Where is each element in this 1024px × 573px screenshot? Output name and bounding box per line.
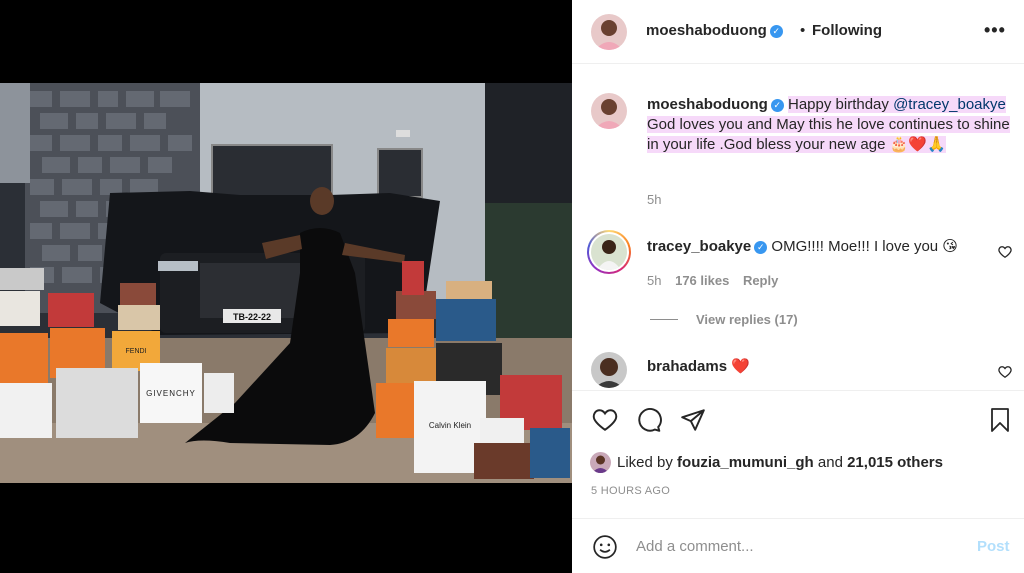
comment-text: brahadams ❤️	[647, 357, 750, 375]
post-panel: moeshaboduong ✓ • Following ••• moeshabod…	[572, 0, 1024, 573]
comment-author[interactable]: brahadams	[647, 358, 727, 375]
post-actions: Liked by fouzia_mumuni_gh and 21,015 oth…	[572, 390, 1024, 520]
plate-text: TB-22-22	[233, 312, 271, 322]
verified-badge-icon: ✓	[770, 98, 784, 112]
caption-time[interactable]: 5h	[647, 192, 661, 207]
post-header: moeshaboduong ✓ • Following •••	[572, 0, 1024, 64]
verified-badge-icon: ✓	[769, 24, 783, 38]
post-media[interactable]: TB-22-22 FENDI GIVENCHY Calvin Klein	[0, 0, 572, 573]
more-options-icon[interactable]: •••	[984, 20, 1006, 41]
verified-badge-icon: ✓	[754, 240, 768, 254]
caption-author-avatar[interactable]	[591, 93, 627, 129]
emoji-smiley-icon[interactable]	[592, 534, 618, 560]
liker-avatar[interactable]	[590, 452, 611, 473]
add-comment-bar: Add a comment... Post	[572, 518, 1024, 573]
add-comment-input[interactable]: Add a comment...	[636, 538, 754, 555]
comment-like-heart-icon[interactable]	[998, 245, 1012, 259]
view-replies-label[interactable]: View replies (17)	[696, 312, 798, 327]
comment-meta: 5h 176 likes Reply	[647, 273, 788, 288]
comment-time[interactable]: 5h	[647, 273, 661, 288]
comment-avatar-story-ring[interactable]	[587, 230, 631, 274]
post-comment-button[interactable]: Post	[977, 538, 1010, 555]
caption-text: moeshaboduong ✓ Happy birthday @tracey_bo…	[647, 95, 1017, 155]
caption-mention-link[interactable]: @tracey_boakye	[893, 96, 1006, 113]
comment-reply-button[interactable]: Reply	[743, 273, 778, 288]
liker-username[interactable]: fouzia_mumuni_gh	[677, 454, 814, 471]
comments-list[interactable]: moeshaboduong ✓ Happy birthday @tracey_bo…	[572, 65, 1024, 390]
comment-avatar[interactable]	[591, 352, 627, 388]
comment-body: OMG!!!! Moe!!! I love you 😘	[771, 238, 958, 255]
liked-prefix: Liked by	[617, 454, 673, 471]
comment-text: tracey_boakye ✓ OMG!!!! Moe!!! I love you…	[647, 237, 958, 255]
share-paper-plane-icon[interactable]	[680, 407, 706, 433]
caption-author[interactable]: moeshaboduong	[647, 96, 768, 113]
separator-dot: •	[800, 22, 806, 39]
replies-divider	[650, 319, 678, 320]
comment-bubble-icon[interactable]	[636, 407, 662, 433]
comment-author[interactable]: tracey_boakye	[647, 238, 751, 255]
liked-conj: and	[817, 454, 843, 471]
author-avatar[interactable]	[591, 14, 627, 50]
photo-illustration: TB-22-22 FENDI GIVENCHY Calvin Klein	[0, 83, 572, 483]
comment-body: ❤️	[731, 358, 750, 375]
fendi-text: FENDI	[126, 348, 147, 355]
like-heart-icon[interactable]	[592, 407, 618, 433]
view-replies-button[interactable]: View replies (17)	[650, 312, 798, 327]
caption-text-before: Happy birthday	[788, 96, 889, 113]
post-timestamp[interactable]: 5 HOURS AGO	[591, 485, 670, 497]
save-bookmark-icon[interactable]	[988, 407, 1012, 433]
liked-by: Liked by fouzia_mumuni_gh and 21,015 oth…	[590, 452, 943, 473]
comment-like-heart-icon[interactable]	[998, 365, 1012, 379]
caption-text-after: God loves you and May this he love conti…	[647, 116, 1010, 153]
author-name[interactable]: moeshaboduong ✓	[646, 22, 783, 39]
givenchy-text: GIVENCHY	[146, 389, 196, 398]
likes-count-button[interactable]: 21,015 others	[847, 454, 943, 471]
following-button[interactable]: Following	[812, 22, 882, 39]
author-name-text[interactable]: moeshaboduong	[646, 22, 767, 39]
calvin-text: Calvin Klein	[429, 421, 471, 430]
comment-likes[interactable]: 176 likes	[675, 273, 729, 288]
post-photo[interactable]: TB-22-22 FENDI GIVENCHY Calvin Klein	[0, 83, 572, 483]
